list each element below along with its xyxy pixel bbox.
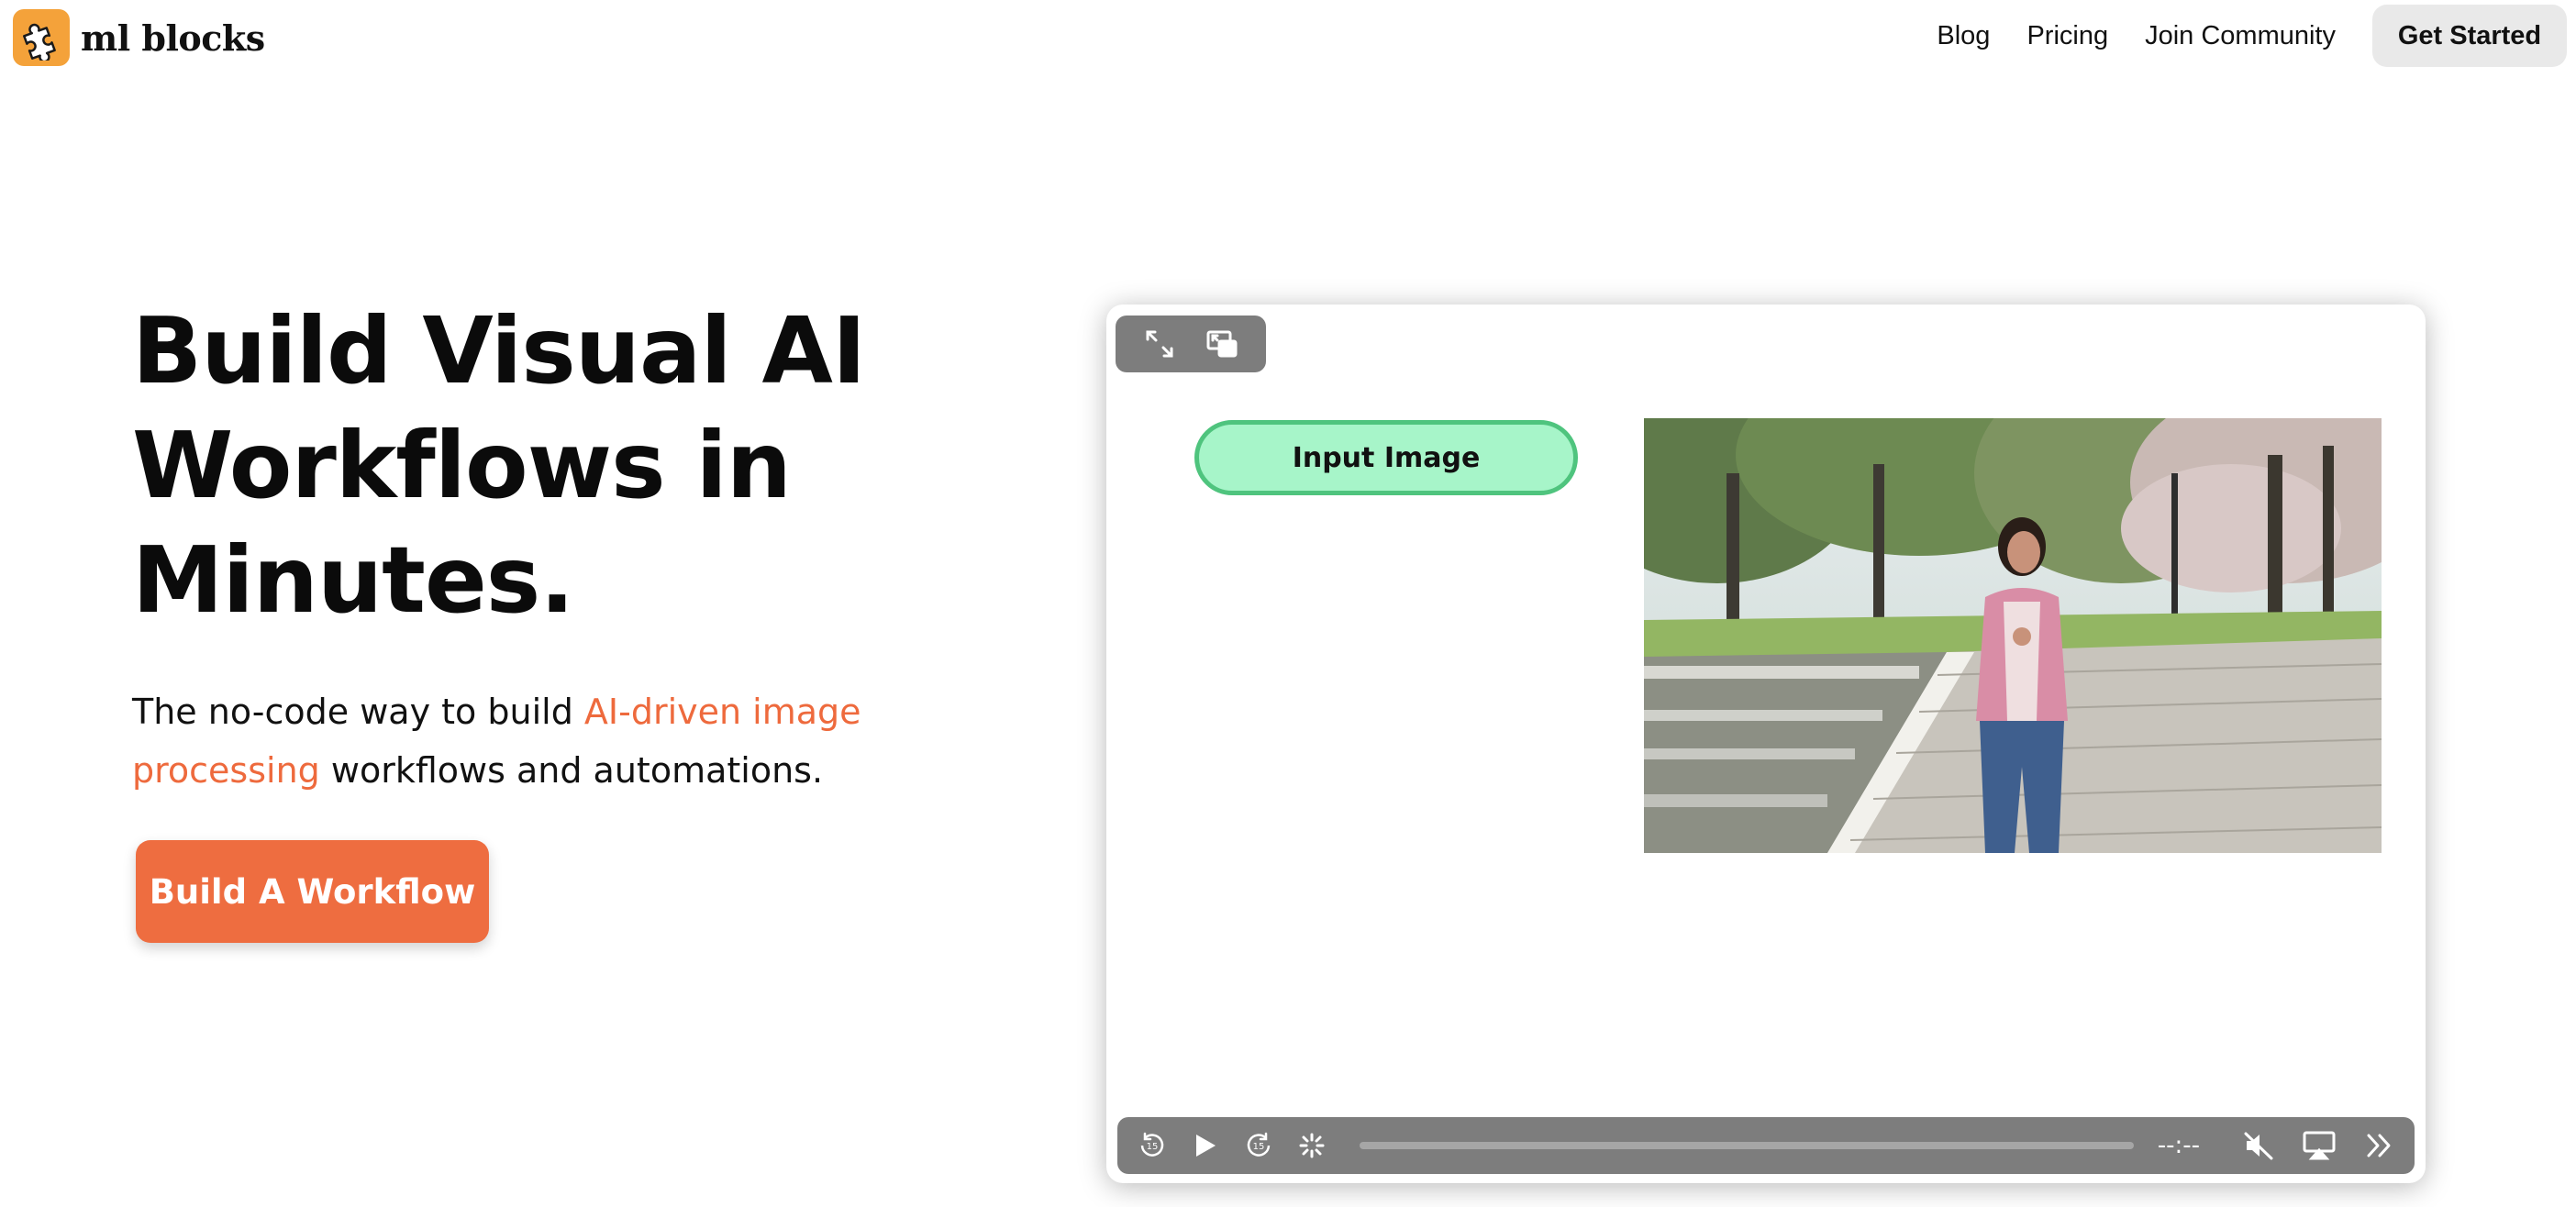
fullscreen-icon[interactable] — [1141, 326, 1178, 362]
video-time: --:-- — [2157, 1132, 2200, 1159]
puzzle-piece-icon — [13, 9, 70, 66]
airplay-icon[interactable] — [2301, 1127, 2337, 1164]
get-started-button[interactable]: Get Started — [2372, 5, 2567, 67]
input-image-node: Input Image — [1194, 420, 1578, 495]
svg-text:15: 15 — [1253, 1142, 1265, 1152]
nav-link-pricing[interactable]: Pricing — [2026, 21, 2108, 51]
woman-walking-photo — [1644, 418, 2382, 853]
picture-in-picture-icon[interactable] — [1204, 326, 1240, 362]
video-progress-bar[interactable] — [1360, 1142, 2134, 1149]
logo[interactable]: ml blocks — [13, 9, 265, 66]
build-workflow-button[interactable]: Build A Workflow — [136, 840, 489, 943]
hero-subline: The no-code way to build AI-driven image… — [132, 682, 921, 800]
subline-text-start: The no-code way to build — [132, 692, 584, 732]
video-bottom-controls: 15 15 --:-- — [1117, 1117, 2415, 1174]
play-icon[interactable] — [1187, 1127, 1224, 1164]
brand-name: ml blocks — [81, 17, 265, 59]
hero-headline: Build Visual AI Workflows in Minutes. — [132, 297, 866, 634]
video-top-controls — [1116, 316, 1266, 372]
loading-spinner-icon — [1294, 1127, 1330, 1164]
top-nav: Blog Pricing Join Community Get Started — [1937, 0, 2567, 72]
mute-icon[interactable] — [2240, 1127, 2277, 1164]
subline-text-end: workflows and automations. — [319, 750, 824, 791]
more-icon[interactable] — [2361, 1127, 2398, 1164]
forward-15-icon[interactable]: 15 — [1240, 1127, 1277, 1164]
rewind-15-icon[interactable]: 15 — [1134, 1127, 1171, 1164]
svg-text:15: 15 — [1147, 1142, 1159, 1152]
demo-video-player[interactable]: Input Image 15 15 --:-- — [1106, 305, 2426, 1183]
nav-link-blog[interactable]: Blog — [1937, 21, 1990, 51]
nav-link-join-community[interactable]: Join Community — [2145, 21, 2336, 51]
